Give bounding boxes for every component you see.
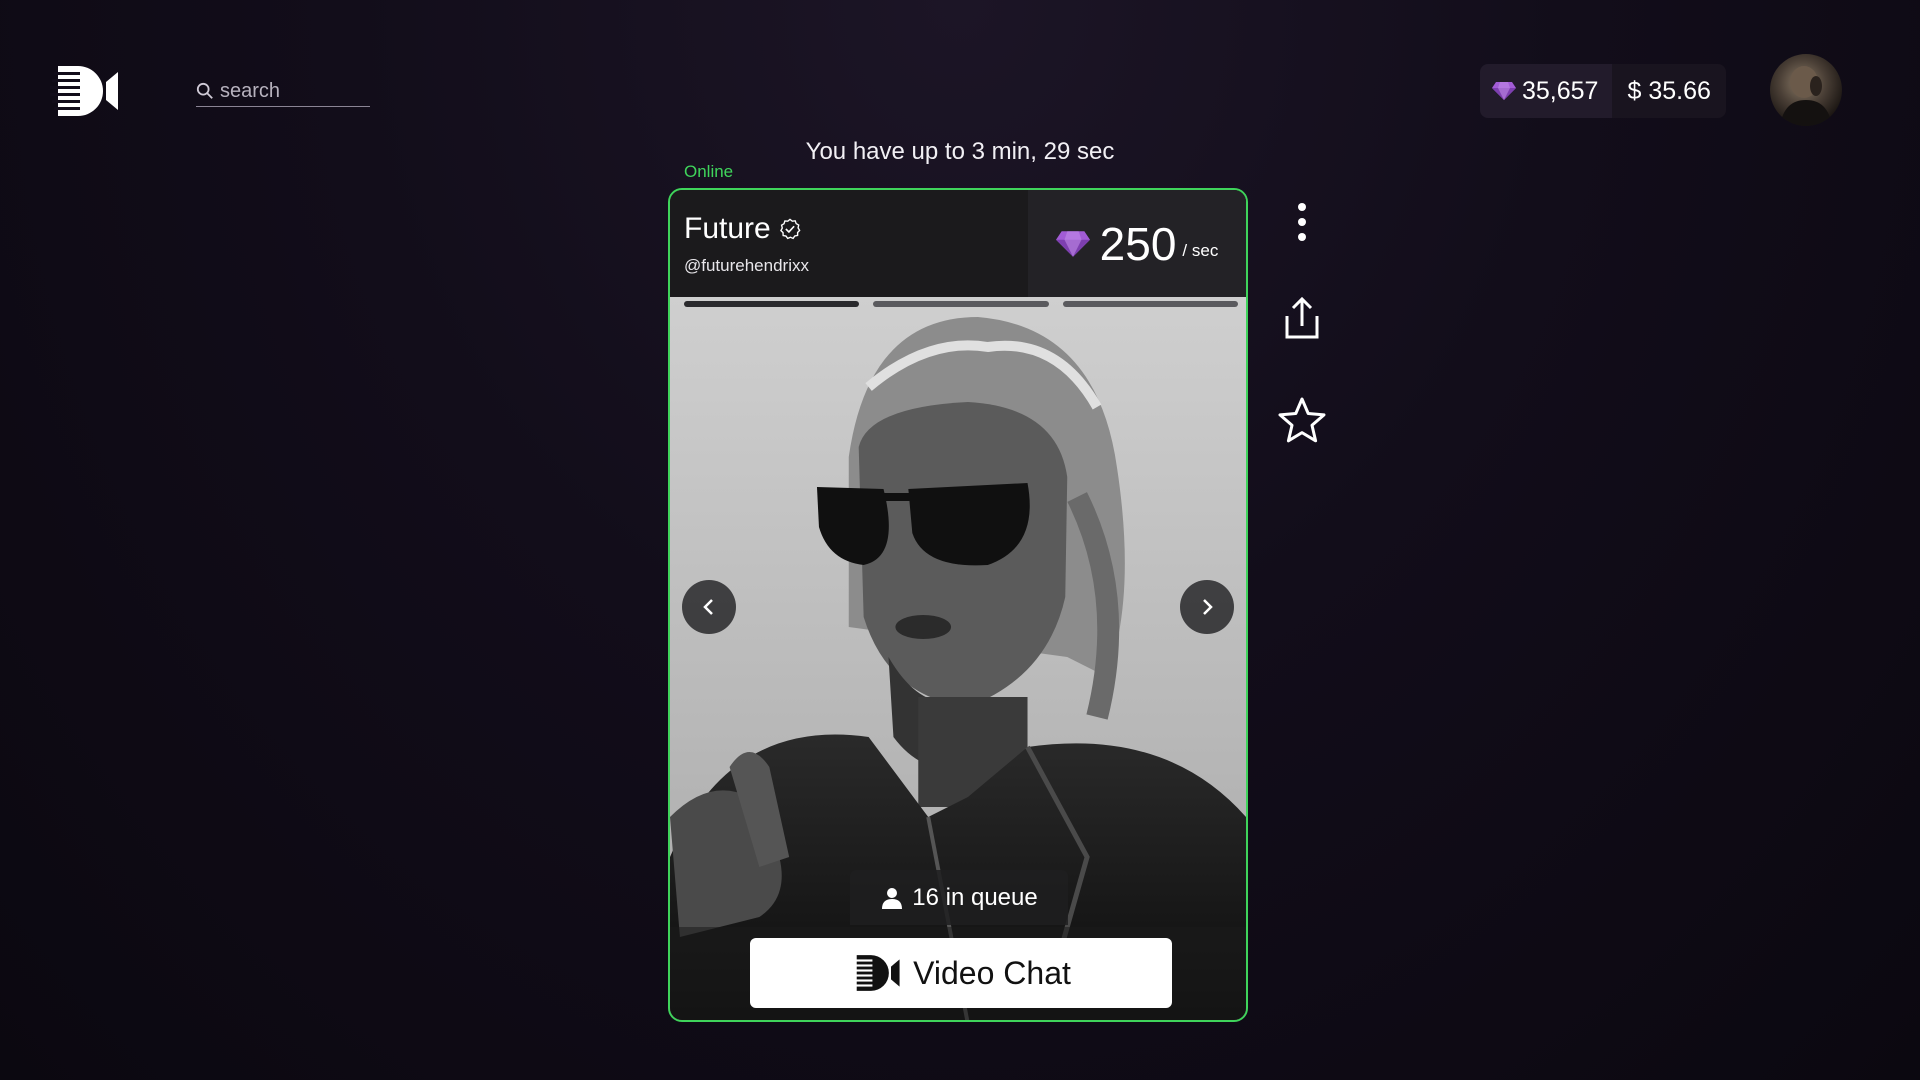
- verified-badge-icon: [779, 218, 801, 240]
- share-button[interactable]: [1276, 290, 1328, 346]
- share-icon: [1285, 296, 1319, 339]
- favorite-button[interactable]: [1276, 394, 1328, 446]
- more-options-button[interactable]: [1276, 196, 1328, 248]
- queue-indicator: 16 in queue: [850, 870, 1068, 925]
- creator-header: Future @futurehendrixx 250 / sec: [670, 190, 1246, 297]
- video-camera-icon: [851, 955, 900, 991]
- photo-progress-segment: [1062, 301, 1238, 307]
- wallet-balance[interactable]: 35,657 $ 35.66: [1480, 64, 1726, 118]
- user-avatar[interactable]: [1770, 54, 1842, 126]
- time-remaining-notice: You have up to 3 min, 29 sec: [805, 138, 1115, 165]
- search-icon: [196, 82, 213, 99]
- chevron-left-icon: [703, 599, 713, 615]
- video-camera-logo-icon: [50, 66, 118, 116]
- photo-progress-segment: [873, 301, 1049, 307]
- app-logo[interactable]: [50, 64, 120, 118]
- chevron-right-icon: [1203, 599, 1213, 615]
- star-icon: [1278, 397, 1326, 443]
- gem-icon: [1492, 82, 1516, 100]
- usd-balance[interactable]: $ 35.66: [1612, 64, 1726, 118]
- previous-photo-button[interactable]: [682, 580, 736, 634]
- search-bar[interactable]: [196, 76, 370, 107]
- photo-progress-indicator: [684, 301, 1238, 307]
- creator-card: Future @futurehendrixx 250 / sec 16 in q…: [668, 188, 1248, 1022]
- avatar-photo: [1780, 66, 1832, 126]
- creator-name-row[interactable]: Future: [684, 212, 801, 246]
- rate-unit: / sec: [1182, 240, 1219, 260]
- video-chat-button[interactable]: Video Chat: [750, 938, 1172, 1008]
- person-icon: [882, 887, 903, 909]
- photo-progress-segment: [684, 301, 860, 307]
- more-vertical-icon: [1298, 203, 1306, 241]
- gem-count: 35,657: [1522, 76, 1599, 105]
- video-chat-label: Video Chat: [913, 954, 1071, 991]
- status-badge: Online: [684, 162, 734, 181]
- queue-count: 16: [912, 883, 939, 911]
- rate-panel: 250 / sec: [1028, 190, 1246, 297]
- search-input[interactable]: [220, 79, 360, 103]
- creator-handle[interactable]: @futurehendrixx: [684, 256, 809, 276]
- gem-balance[interactable]: 35,657: [1480, 64, 1613, 118]
- next-photo-button[interactable]: [1180, 580, 1234, 634]
- creator-name: Future: [684, 212, 771, 245]
- usd-amount: $ 35.66: [1627, 76, 1711, 105]
- gem-icon: [1055, 230, 1090, 257]
- rate-value: 250: [1099, 217, 1177, 270]
- queue-label: in queue: [945, 883, 1038, 911]
